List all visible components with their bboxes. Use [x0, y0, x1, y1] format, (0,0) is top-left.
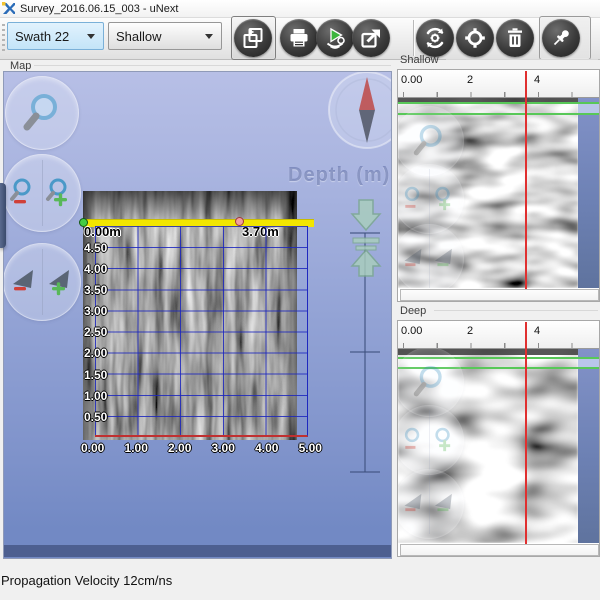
- gain-increase-icon: [49, 270, 69, 295]
- grid-x-label: 1.00: [125, 441, 148, 455]
- grid-x-label: 5.00: [299, 441, 322, 455]
- sync-settings-icon: [423, 26, 447, 50]
- grid-y-label: 3.50: [84, 280, 107, 301]
- shallow-panel: 0.00246: [397, 69, 600, 302]
- status-text: Propagation Velocity 12cm/ns: [1, 573, 172, 588]
- locate-target-icon: [463, 26, 487, 50]
- delete-trash-button[interactable]: [496, 19, 534, 57]
- zoom-tool-button[interactable]: [5, 76, 79, 150]
- depth-slider-tick-bottom[interactable]: [350, 471, 380, 473]
- play-scan-icon: [323, 26, 347, 50]
- zoom-out-icon: [12, 180, 29, 203]
- deep-group-line: [434, 310, 598, 311]
- shallow-cursor-line[interactable]: [525, 71, 527, 289]
- shallow-empty-zone: [578, 98, 599, 288]
- ruler-label: 2: [467, 74, 473, 86]
- title-bar: Survey_2016.06.15_003 - uNext: [0, 0, 600, 18]
- map-group-line: [34, 65, 391, 66]
- magnifier-icon: [16, 87, 68, 139]
- shallow-bscan[interactable]: [398, 98, 599, 288]
- deep-group-label: Deep: [400, 305, 426, 317]
- arrow-up-icon: [352, 250, 380, 276]
- grid-y-label: 2.50: [84, 322, 107, 343]
- deep-depth-band: [578, 358, 599, 367]
- deep-empty-zone: [578, 349, 599, 543]
- deep-bscan[interactable]: [398, 349, 599, 543]
- duplicate-view-button[interactable]: [234, 19, 272, 57]
- ruler-ticks: [403, 343, 600, 348]
- compass-indicator[interactable]: [327, 71, 392, 150]
- horizon-line-upper[interactable]: [398, 102, 599, 104]
- chevron-down-icon: [205, 34, 213, 39]
- grid-y-label: 0.50: [84, 407, 107, 428]
- pushpin-icon: [549, 26, 573, 50]
- toolbar-separator: [413, 20, 414, 56]
- layer-select-value: Shallow: [116, 29, 162, 44]
- deep-scrollbar[interactable]: [400, 544, 599, 556]
- chevron-down-icon: [87, 34, 95, 39]
- ruler-label: 0.00: [401, 74, 422, 86]
- grid-x-label: 3.00: [212, 441, 235, 455]
- depth-slider-tick-mid[interactable]: [350, 351, 380, 353]
- side-panel-tab-handle[interactable]: [0, 183, 6, 248]
- shallow-scrollbar[interactable]: [400, 289, 599, 301]
- depth-range-handle[interactable]: [348, 198, 384, 278]
- zoom-buttons-group: [3, 154, 81, 232]
- swath-select-value: Swath 22: [15, 29, 69, 44]
- gain-buttons-group: [3, 243, 81, 321]
- app-window: { "window": { "title": "Survey_2016.06.1…: [0, 0, 600, 600]
- compass-icon: [327, 71, 392, 150]
- delete-trash-icon: [503, 26, 527, 50]
- grid-y-label: 3.00: [84, 301, 107, 322]
- shallow-ruler: 0.00246: [398, 70, 599, 98]
- sync-settings-button[interactable]: [416, 19, 454, 57]
- pushpin-button[interactable]: [542, 19, 580, 57]
- grid-y-label: 1.50: [84, 365, 107, 386]
- locate-target-button[interactable]: [456, 19, 494, 57]
- toolbar: Swath 22 Shallow: [0, 18, 600, 60]
- print-button[interactable]: [280, 19, 318, 57]
- grid-x-label: 0.00: [81, 441, 104, 455]
- arrow-down-icon: [352, 200, 380, 230]
- deep-ruler: 0.00246: [398, 321, 599, 349]
- ruler-label: 0.00: [401, 325, 422, 337]
- depth-watermark: Depth (m): [288, 164, 390, 187]
- ruler-label: 4: [534, 74, 540, 86]
- grid-x-label: 4.00: [255, 441, 278, 455]
- divider: [42, 160, 43, 227]
- divider: [42, 249, 43, 316]
- ruler-label: 4: [534, 325, 540, 337]
- map-canvas[interactable]: Depth (m): [3, 71, 392, 559]
- toolbar-grip[interactable]: [2, 24, 5, 54]
- shallow-group-line: [446, 59, 598, 60]
- map-grid: [95, 226, 308, 437]
- deep-panel: 0.00246: [397, 320, 600, 557]
- zoom-in-icon: [48, 180, 67, 206]
- export-data-button[interactable]: [352, 19, 390, 57]
- grid-y-label: 2.00: [84, 343, 107, 364]
- grid-y-label: 4.50: [84, 238, 107, 259]
- deep-cursor-line[interactable]: [525, 322, 527, 544]
- ruler-label: 2: [467, 325, 473, 337]
- layer-select[interactable]: Shallow: [108, 22, 222, 50]
- shallow-group-label: Shallow: [400, 54, 439, 66]
- play-scan-button[interactable]: [316, 19, 354, 57]
- grid-y-labels: 4.504.003.503.002.502.001.501.000.50: [84, 238, 107, 428]
- gain-decrease-icon: [13, 270, 33, 290]
- map-bottom-bar: [4, 545, 391, 557]
- grid-x-label: 2.00: [168, 441, 191, 455]
- app-logo-icon: [2, 2, 15, 15]
- handle-bar: [353, 238, 379, 243]
- export-data-icon: [359, 26, 383, 50]
- ruler-ticks: [403, 92, 600, 97]
- grid-y-label: 4.00: [84, 259, 107, 280]
- swath-select[interactable]: Swath 22: [7, 22, 104, 50]
- window-title: Survey_2016.06.15_003 - uNext: [20, 3, 178, 15]
- grid-x-labels: 0.00 1.00 2.00 3.00 4.00 5.00: [81, 441, 322, 455]
- printer-icon: [287, 26, 311, 50]
- duplicate-view-icon: [241, 26, 265, 50]
- grid-y-label: 1.00: [84, 386, 107, 407]
